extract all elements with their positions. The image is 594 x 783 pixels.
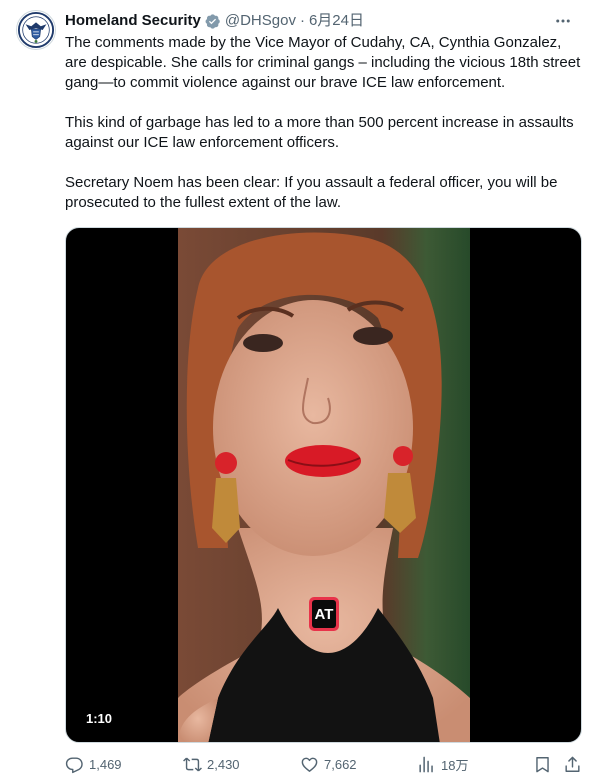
separator-dot: · [299, 12, 305, 29]
avatar[interactable] [16, 10, 56, 50]
reply-count: 1,469 [89, 756, 122, 772]
like-button[interactable]: 7,662 [300, 752, 357, 776]
views-button[interactable]: 18万 [417, 752, 468, 776]
video-player[interactable]: 1:10 AT [65, 227, 582, 743]
action-bar: 1,469 2,430 7,662 18万 [63, 752, 585, 776]
watermark-text: AT [312, 600, 336, 628]
handle[interactable]: @DHSgov [225, 10, 296, 32]
post-date[interactable]: 6月24日 [309, 10, 364, 32]
tweet-paragraph: Secretary Noem has been clear: If you as… [65, 174, 562, 211]
heart-icon [301, 757, 318, 772]
video-duration: 1:10 [80, 710, 119, 728]
tweet: Homeland Security @DHSgov · 6月24日 The co… [0, 0, 594, 783]
repost-button[interactable]: 2,430 [183, 752, 240, 776]
verified-badge-icon[interactable] [204, 13, 221, 30]
video-frame[interactable] [178, 228, 470, 742]
dhs-seal-logo [17, 11, 55, 49]
share-button[interactable] [563, 752, 582, 776]
video-still-image [178, 228, 470, 742]
repost-count: 2,430 [207, 756, 240, 772]
view-count: 18万 [441, 757, 469, 773]
bookmark-button[interactable] [533, 752, 552, 776]
reply-bubble-icon [65, 756, 83, 773]
more-horizontal-icon[interactable] [552, 10, 574, 32]
watermark-badge: AT [309, 597, 339, 631]
repost-arrows-icon [183, 757, 202, 771]
views-bar-chart-icon [419, 756, 433, 772]
tweet-paragraph: This kind of garbage has led to a more t… [65, 114, 578, 151]
bookmark-icon [536, 756, 549, 772]
tweet-text: The comments made by the Vice Mayor of C… [65, 33, 585, 233]
reply-button[interactable]: 1,469 [65, 752, 122, 776]
like-count: 7,662 [324, 756, 357, 772]
tweet-paragraph: The comments made by the Vice Mayor of C… [65, 34, 585, 91]
tweet-header: Homeland Security @DHSgov · 6月24日 [65, 10, 578, 32]
display-name[interactable]: Homeland Security [65, 10, 201, 32]
share-upload-icon [565, 756, 580, 772]
